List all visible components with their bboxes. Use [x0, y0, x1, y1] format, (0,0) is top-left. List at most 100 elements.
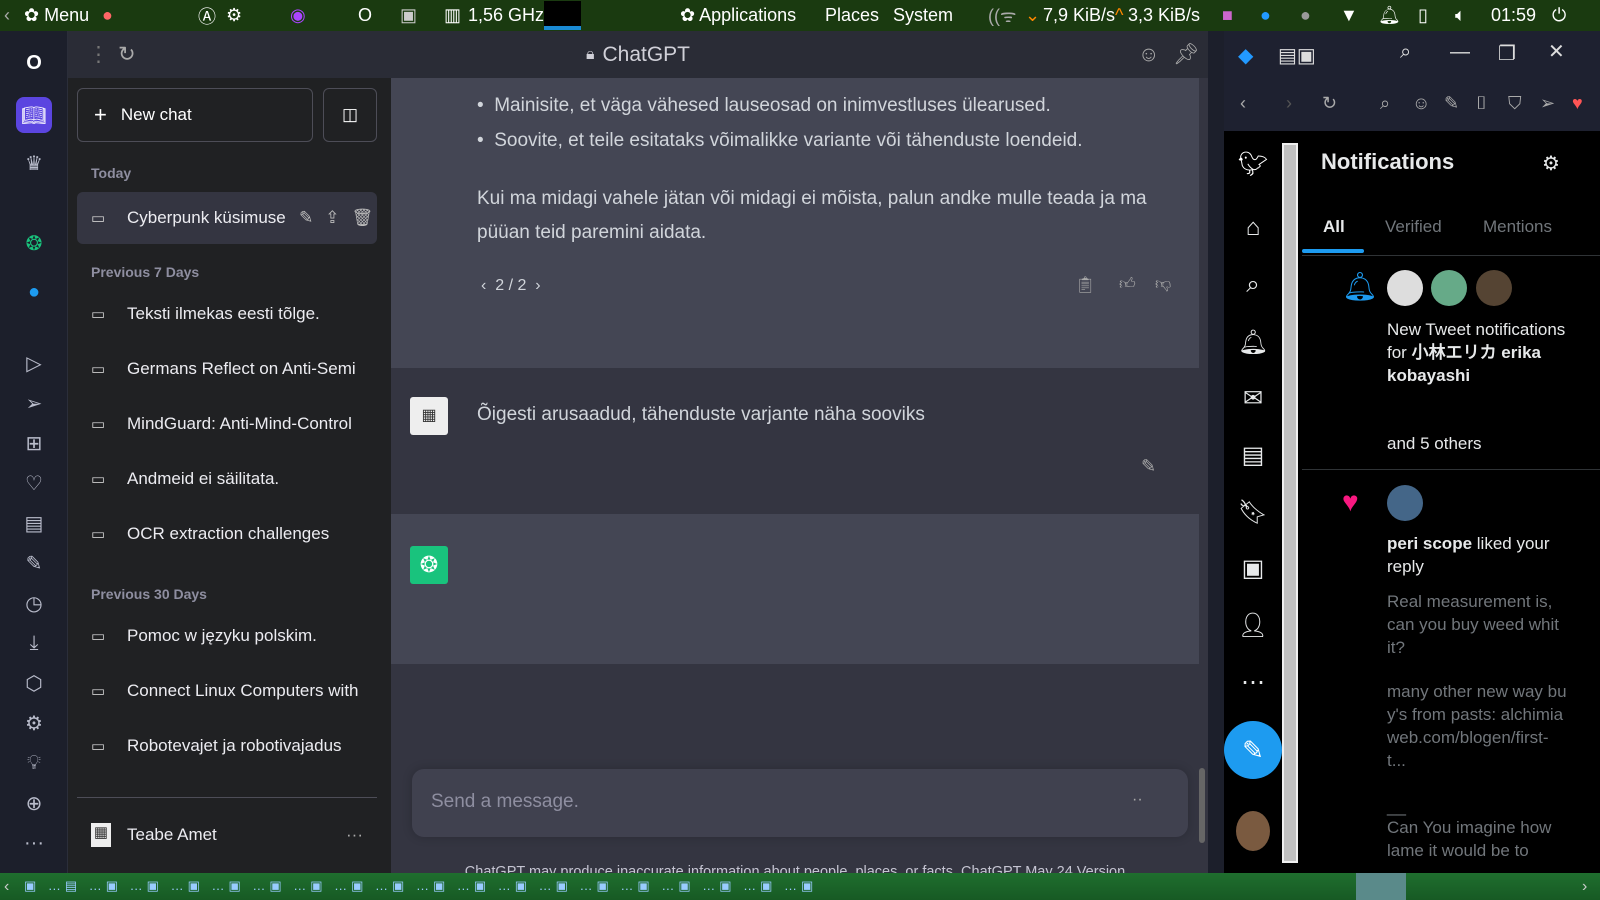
- network-icon[interactable]: ▼: [1340, 5, 1358, 26]
- edit-message-icon[interactable]: ✎: [1141, 456, 1156, 477]
- message-input[interactable]: Send a message. ··: [412, 769, 1188, 837]
- settings-icon[interactable]: ⚙: [1542, 151, 1560, 176]
- reload-icon[interactable]: ↻: [118, 42, 136, 67]
- news-icon[interactable]: ▤: [18, 507, 50, 539]
- more-icon[interactable]: ⋯: [1238, 667, 1268, 697]
- more-icon[interactable]: ···: [18, 827, 50, 859]
- minimize-icon[interactable]: —: [1450, 41, 1470, 64]
- settings-icon[interactable]: ⚙: [18, 707, 50, 739]
- taskbar-window-buttons[interactable]: ▣ …▤ …▣ …▣ …▣ …▣ …▣ …▣ …▣ …▣ …▣ …▣ …▣ …▣…: [24, 878, 1334, 894]
- shield-icon[interactable]: ⛉: [1508, 93, 1522, 114]
- avatar[interactable]: [1387, 270, 1423, 306]
- back-icon[interactable]: ‹: [1240, 93, 1246, 114]
- power-icon[interactable]: ⏻: [1552, 5, 1566, 26]
- settings-gears-icon[interactable]: ⚙: [226, 5, 242, 26]
- reader-icon[interactable]: 📖︎: [16, 97, 52, 133]
- firefox-icon[interactable]: ●: [102, 5, 113, 26]
- forward-icon[interactable]: ›: [1286, 93, 1292, 114]
- close-icon[interactable]: ✕: [1548, 39, 1565, 64]
- response-pager[interactable]: ‹ 2 / 2 ›: [481, 277, 541, 295]
- thumbs-down-icon[interactable]: 👎︎: [1155, 275, 1171, 294]
- crown-icon[interactable]: ♛: [18, 147, 50, 179]
- pin-icon[interactable]: 📌︎: [1173, 43, 1200, 67]
- chat-item[interactable]: ▭ Robotevajet ja robotivajadus: [77, 720, 377, 772]
- history-icon[interactable]: ◷: [18, 587, 50, 619]
- account-avatar[interactable]: [1236, 811, 1270, 851]
- messages-icon[interactable]: ✉: [1238, 383, 1268, 413]
- panel-left-arrow[interactable]: ‹: [4, 5, 10, 26]
- lightbulb-icon[interactable]: 💡︎: [18, 747, 50, 779]
- chat-item[interactable]: ▭ MindGuard: Anti-Mind-Control: [77, 398, 377, 450]
- tab-verified[interactable]: Verified: [1385, 217, 1442, 237]
- avatar[interactable]: [1431, 270, 1467, 306]
- edit-icon[interactable]: ✎: [18, 547, 50, 579]
- clock[interactable]: 01:59: [1491, 5, 1536, 26]
- tab-mentions[interactable]: Mentions: [1483, 217, 1552, 237]
- bookmarks-icon[interactable]: 🔖︎: [1238, 497, 1268, 527]
- avatar[interactable]: [1476, 270, 1512, 306]
- battery-icon[interactable]: ▯: [1418, 5, 1428, 26]
- rename-icon[interactable]: ✎: [299, 208, 313, 228]
- emoji-icon[interactable]: ☺: [1138, 43, 1159, 67]
- chat-item[interactable]: ▭ Connect Linux Computers with: [77, 665, 377, 717]
- delete-icon[interactable]: 🗑︎: [352, 208, 374, 228]
- taskbar-right-arrow[interactable]: ›: [1582, 878, 1587, 896]
- reload-icon[interactable]: ↻: [1322, 93, 1337, 114]
- volume-icon[interactable]: 🔈︎: [1455, 5, 1466, 26]
- tabs-icon[interactable]: ▤▣: [1278, 43, 1316, 68]
- chat-item-active[interactable]: ▭ Cyberpunk küsimuse ✎ ⇪ 🗑︎: [77, 192, 377, 244]
- apps-icon[interactable]: ⊞: [18, 427, 50, 459]
- wifi-icon[interactable]: ((ᯤ: [988, 4, 1016, 28]
- version-link[interactable]: ChatGPT May 24 Version: [961, 864, 1125, 873]
- drag-handle-icon[interactable]: ⋮: [88, 42, 109, 67]
- send-icon[interactable]: ➢: [18, 387, 50, 419]
- taskbar-active-window[interactable]: [1356, 873, 1406, 900]
- lists-icon[interactable]: ▤: [1238, 440, 1268, 470]
- heart-icon[interactable]: ♡: [18, 467, 50, 499]
- zoom-icon[interactable]: ⌕: [1380, 93, 1390, 114]
- chat-item[interactable]: ▭ Germans Reflect on Anti-Semi: [77, 343, 377, 395]
- telegram-icon[interactable]: ●: [1260, 5, 1271, 26]
- applications-menu[interactable]: ✿ Applications: [680, 5, 796, 26]
- compose-tweet-button[interactable]: ✎: [1224, 721, 1282, 779]
- scrollbar[interactable]: [1199, 768, 1205, 843]
- notification-text[interactable]: New Tweet notifications for 小林エリカ erika …: [1387, 318, 1567, 387]
- tab-all[interactable]: All: [1323, 217, 1345, 237]
- copy-icon[interactable]: 📋︎: [1075, 275, 1095, 295]
- chat-item[interactable]: ▭ Pomoc w języku polskim.: [77, 610, 377, 662]
- user-menu[interactable]: ▦ Teabe Amet ···: [77, 809, 377, 861]
- explore-search-icon[interactable]: ⌕: [1238, 270, 1268, 300]
- notifications-bell-icon[interactable]: 🔔︎: [1238, 327, 1268, 357]
- toggle-sidebar-button[interactable]: ◫: [323, 88, 377, 142]
- new-chat-button[interactable]: + New chat: [77, 88, 313, 142]
- thumbs-up-icon[interactable]: 👍︎: [1119, 275, 1136, 294]
- emoji-icon[interactable]: ☺: [1412, 93, 1430, 114]
- camera-icon[interactable]: ⌷: [1476, 93, 1487, 114]
- add-panel-icon[interactable]: ⊕: [18, 787, 50, 819]
- avatar[interactable]: [1387, 485, 1423, 521]
- share-icon[interactable]: ⇪: [325, 208, 339, 228]
- app-indicator-icon[interactable]: ●: [1300, 5, 1311, 26]
- places-menu[interactable]: Places: [825, 5, 879, 26]
- audio-app-icon[interactable]: ■: [1222, 5, 1233, 26]
- edit-icon[interactable]: ✎: [1444, 93, 1459, 114]
- twitter-logo-icon[interactable]: 🐦︎: [1238, 149, 1268, 179]
- chatgpt-icon[interactable]: ❂: [18, 227, 50, 259]
- twitter-blue-icon[interactable]: ▣: [1238, 553, 1268, 583]
- notification-bell-icon[interactable]: 🔔︎: [1378, 5, 1401, 26]
- player-icon[interactable]: ▷: [18, 347, 50, 379]
- menu-button[interactable]: ✿ Menu: [24, 5, 89, 26]
- search-icon[interactable]: ⌕: [1400, 41, 1411, 64]
- taskbar-left-arrow[interactable]: ‹: [4, 878, 9, 896]
- home-icon[interactable]: ⌂: [1238, 213, 1268, 243]
- heart-icon[interactable]: ♥: [1572, 93, 1583, 114]
- cube-icon[interactable]: ⬡: [18, 667, 50, 699]
- chat-item[interactable]: ▭ Andmeid ei säilitata.: [77, 453, 377, 505]
- like-notification[interactable]: peri scope liked your reply: [1387, 532, 1567, 578]
- accessibility-icon[interactable]: Ⓐ: [198, 3, 216, 29]
- chat-item[interactable]: ▭ OCR extraction challenges: [77, 508, 377, 560]
- send-icon[interactable]: ➢: [1540, 93, 1555, 114]
- opera-logo-icon[interactable]: O: [18, 47, 50, 79]
- profile-icon[interactable]: 👤︎: [1238, 610, 1268, 640]
- vpn-icon[interactable]: ◆: [1238, 43, 1253, 68]
